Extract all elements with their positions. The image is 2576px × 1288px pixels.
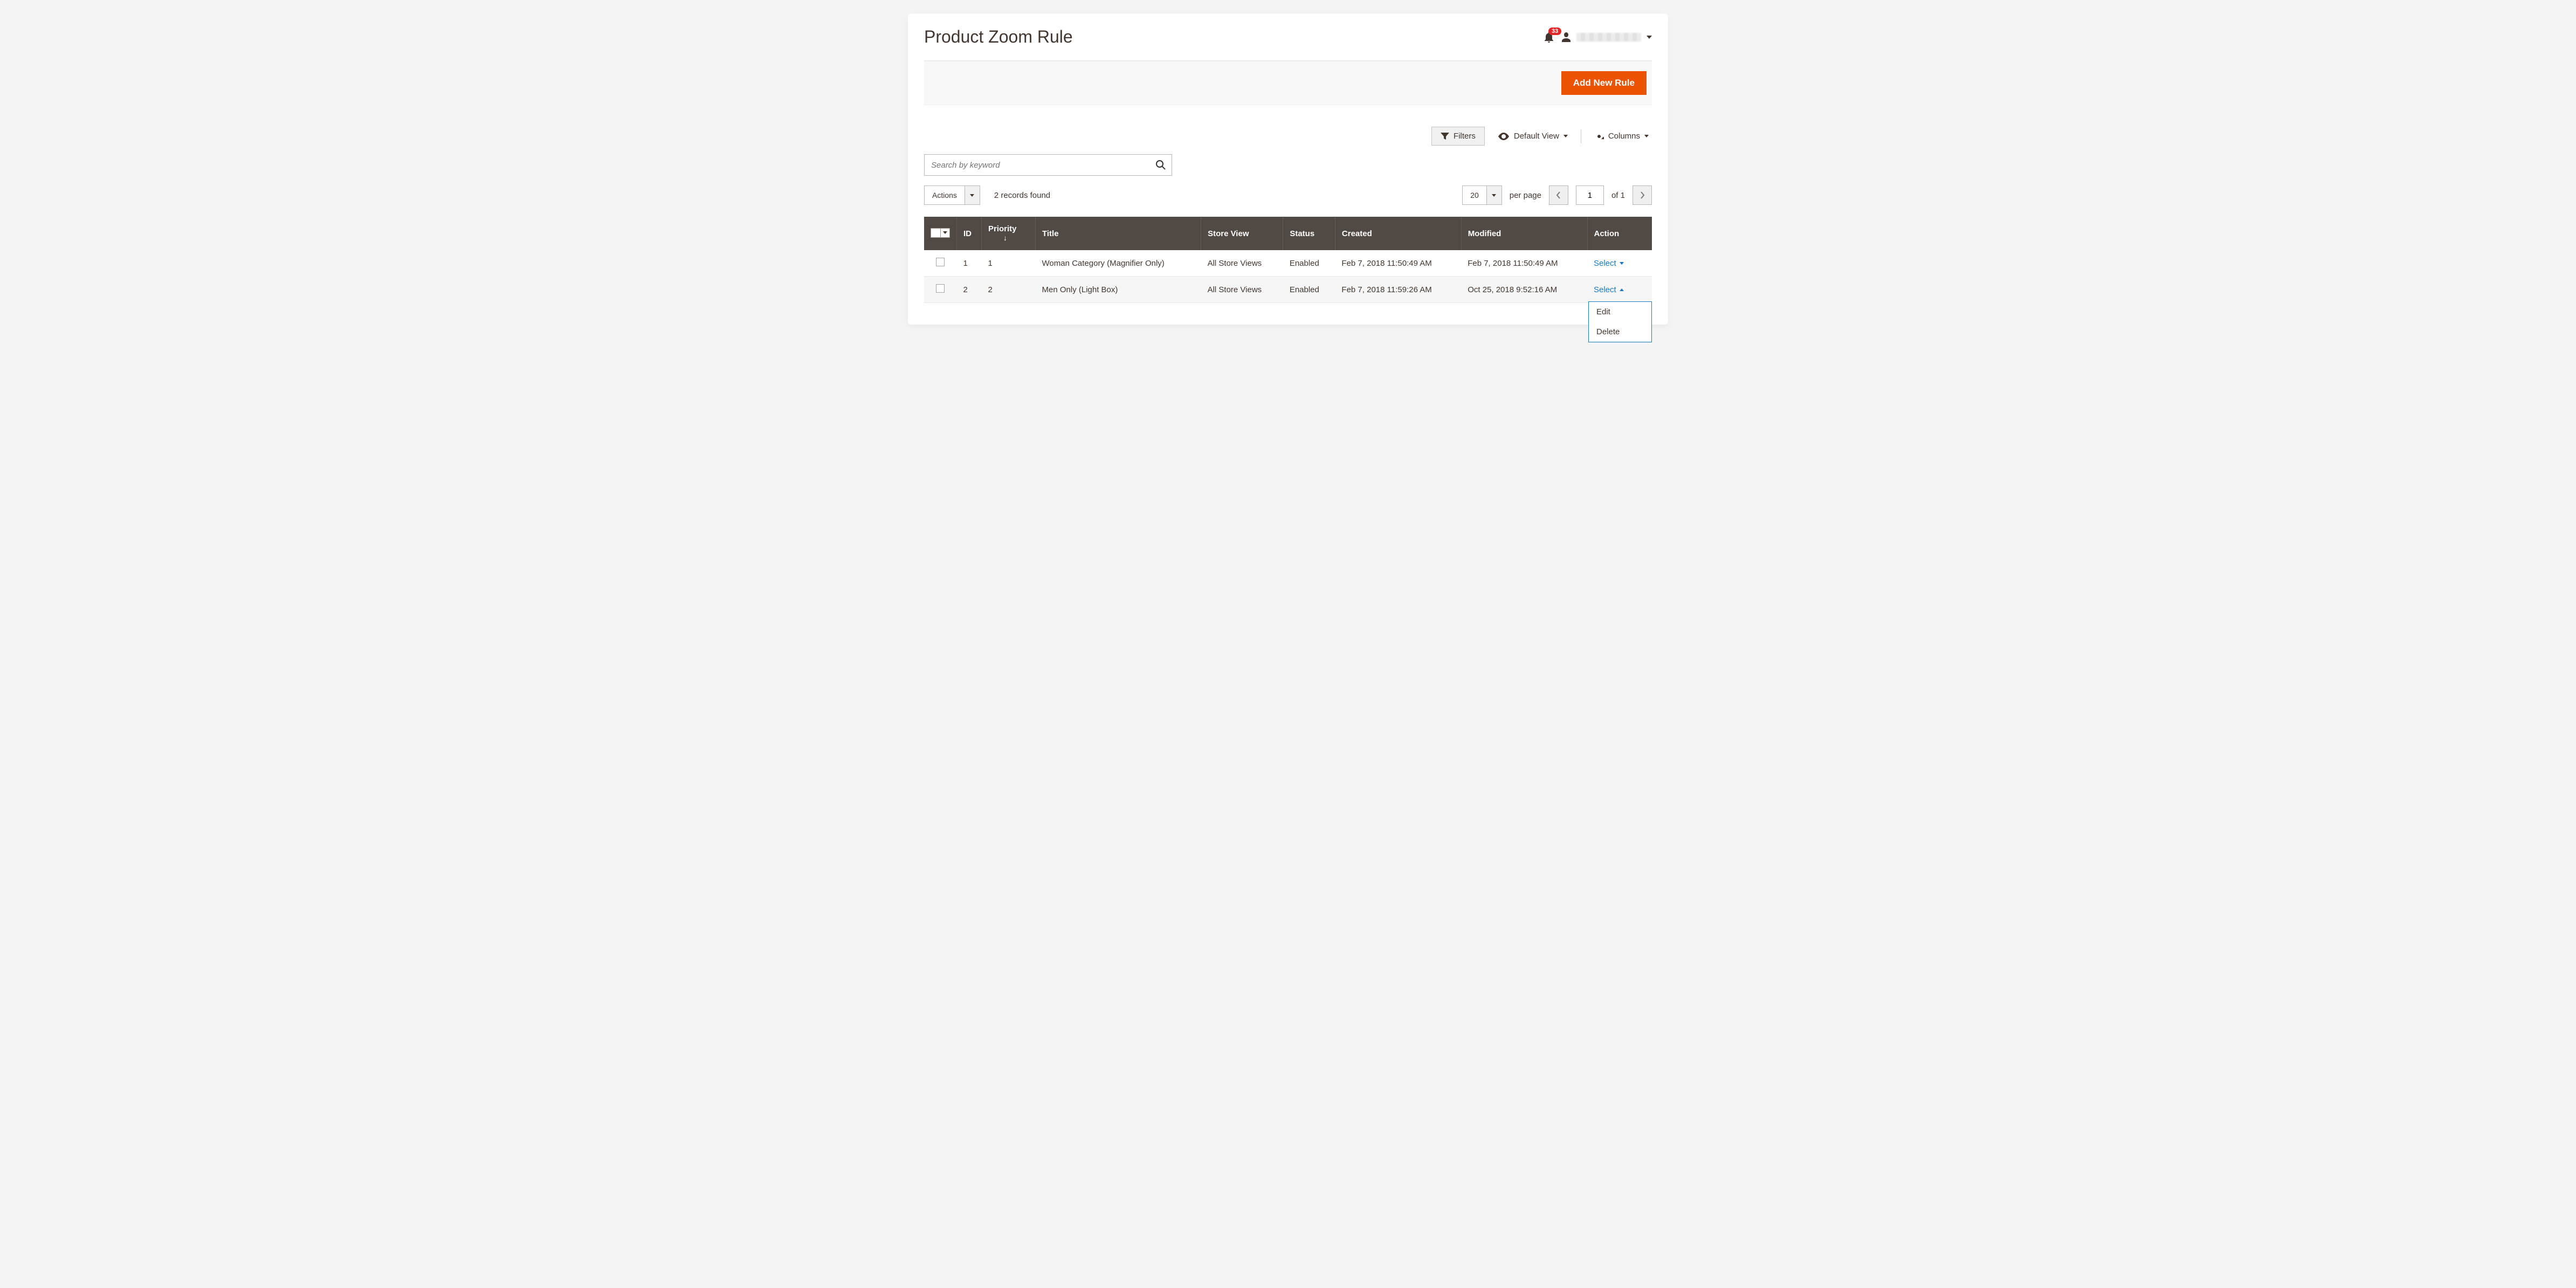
row-action-select[interactable]: Select — [1594, 285, 1624, 294]
add-new-rule-button[interactable]: Add New Rule — [1561, 71, 1647, 95]
action-edit[interactable]: Edit — [1589, 302, 1651, 322]
row-checkbox-cell — [924, 277, 957, 303]
default-view-button[interactable]: Default View — [1498, 132, 1568, 141]
page-wrapper: Product Zoom Rule 33 Add New Rule Filt — [903, 13, 1673, 325]
sort-descending-icon: ↓ — [1003, 233, 1007, 242]
row-action-menu: EditDelete — [1588, 301, 1652, 342]
cell-priority: 2 — [982, 277, 1036, 303]
page-title: Product Zoom Rule — [924, 27, 1073, 47]
chevron-down-icon — [1486, 186, 1501, 204]
per-page-value: 20 — [1463, 186, 1486, 204]
header-status[interactable]: Status — [1283, 217, 1335, 250]
header-priority-label: Priority — [988, 224, 1017, 233]
cell-status: Enabled — [1283, 277, 1335, 303]
row-action-select[interactable]: Select — [1594, 259, 1624, 268]
chevron-down-icon — [1620, 262, 1624, 265]
search-row — [924, 154, 1652, 176]
notifications-badge: 33 — [1548, 27, 1561, 35]
columns-label: Columns — [1608, 132, 1640, 141]
cell-store-view: All Store Views — [1201, 277, 1283, 303]
select-all-checkbox[interactable] — [931, 228, 950, 238]
header-action: Action — [1587, 217, 1652, 250]
search-icon[interactable] — [1155, 160, 1166, 170]
row-checkbox-cell — [924, 250, 957, 277]
row-action-label: Select — [1594, 259, 1616, 268]
cell-status: Enabled — [1283, 250, 1335, 277]
table-row[interactable]: 11Woman Category (Magnifier Only)All Sto… — [924, 250, 1652, 277]
header-priority[interactable]: Priority ↓ — [982, 217, 1036, 250]
cell-id: 1 — [957, 250, 982, 277]
cell-priority: 1 — [982, 250, 1036, 277]
cell-modified: Feb 7, 2018 11:50:49 AM — [1461, 250, 1587, 277]
grid-body: 11Woman Category (Magnifier Only)All Sto… — [924, 250, 1652, 303]
cell-created: Feb 7, 2018 11:59:26 AM — [1335, 277, 1461, 303]
table-row[interactable]: 22Men Only (Light Box)All Store ViewsEna… — [924, 277, 1652, 303]
eye-icon — [1498, 133, 1510, 140]
chevron-down-icon — [1647, 36, 1652, 39]
chevron-down-icon — [965, 186, 980, 204]
cell-action: Select — [1587, 250, 1652, 277]
filters-label: Filters — [1454, 132, 1476, 141]
funnel-icon — [1441, 133, 1449, 140]
row-checkbox[interactable] — [936, 284, 945, 293]
header-created[interactable]: Created — [1335, 217, 1461, 250]
header-store-view[interactable]: Store View — [1201, 217, 1283, 250]
gear-icon — [1594, 132, 1604, 141]
next-page-button[interactable] — [1633, 185, 1652, 205]
cell-modified: Oct 25, 2018 9:52:16 AM — [1461, 277, 1587, 303]
row-action-label: Select — [1594, 285, 1616, 294]
search-input[interactable] — [930, 160, 1155, 170]
header-checkbox-cell[interactable] — [924, 217, 957, 250]
row-checkbox[interactable] — [936, 258, 945, 266]
cell-title: Men Only (Light Box) — [1036, 277, 1201, 303]
header-id[interactable]: ID — [957, 217, 982, 250]
cell-action: Select EditDelete — [1587, 277, 1652, 303]
chevron-down-icon — [943, 231, 947, 234]
grid-toolbar: Filters Default View Columns — [924, 127, 1652, 146]
panel: Product Zoom Rule 33 Add New Rule Filt — [908, 13, 1668, 325]
cell-id: 2 — [957, 277, 982, 303]
header-modified[interactable]: Modified — [1461, 217, 1587, 250]
chevron-down-icon — [1644, 135, 1649, 137]
rules-grid: ID Priority ↓ Title Store View Status Cr… — [924, 217, 1652, 303]
per-page-select[interactable]: 20 — [1462, 185, 1502, 205]
per-page-label: per page — [1510, 191, 1541, 200]
grid-header: ID Priority ↓ Title Store View Status Cr… — [924, 217, 1652, 250]
records-found: 2 records found — [994, 191, 1050, 200]
grid-controls: Actions 2 records found 20 per page of 1 — [924, 185, 1652, 205]
cell-created: Feb 7, 2018 11:50:49 AM — [1335, 250, 1461, 277]
search-box — [924, 154, 1172, 176]
header-title[interactable]: Title — [1036, 217, 1201, 250]
chevron-down-icon — [1563, 135, 1568, 137]
chevron-left-icon — [1556, 191, 1561, 199]
cell-store-view: All Store Views — [1201, 250, 1283, 277]
action-delete[interactable]: Delete — [1589, 322, 1651, 342]
page-input[interactable] — [1576, 185, 1604, 205]
user-menu[interactable] — [1561, 32, 1652, 43]
header-row: Product Zoom Rule 33 — [924, 27, 1652, 47]
grid-controls-right: 20 per page of 1 — [1462, 185, 1652, 205]
cell-title: Woman Category (Magnifier Only) — [1036, 250, 1201, 277]
chevron-up-icon — [1620, 288, 1624, 291]
columns-button[interactable]: Columns — [1594, 132, 1649, 141]
notifications-button[interactable]: 33 — [1544, 32, 1554, 43]
user-icon — [1561, 32, 1571, 43]
chevron-right-icon — [1640, 191, 1645, 199]
user-name — [1576, 33, 1641, 42]
header-actions: 33 — [1544, 32, 1652, 43]
mass-actions-label: Actions — [925, 186, 965, 204]
prev-page-button[interactable] — [1549, 185, 1568, 205]
of-label: of 1 — [1611, 191, 1625, 200]
default-view-label: Default View — [1514, 132, 1559, 141]
grid-controls-left: Actions 2 records found — [924, 185, 1050, 205]
mass-actions-select[interactable]: Actions — [924, 185, 980, 205]
filters-button[interactable]: Filters — [1431, 127, 1485, 146]
actionbar: Add New Rule — [924, 61, 1652, 105]
